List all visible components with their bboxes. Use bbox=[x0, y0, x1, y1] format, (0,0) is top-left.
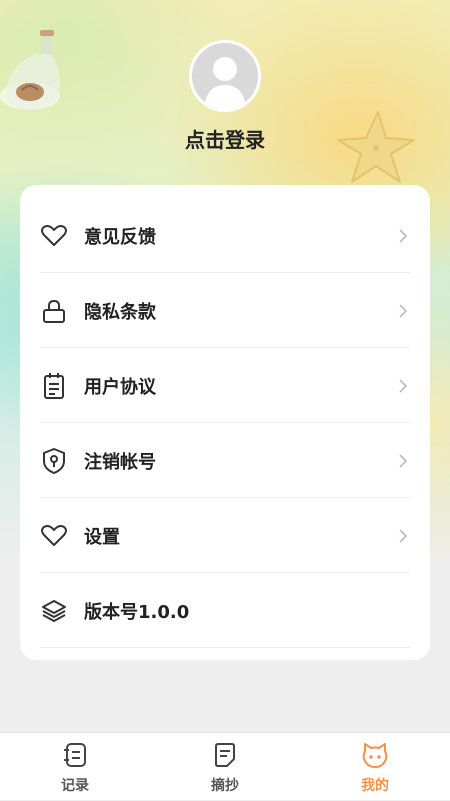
heart-icon bbox=[40, 222, 68, 250]
document-icon bbox=[40, 372, 68, 400]
menu-item-version: 版本号1.0.0 bbox=[40, 574, 410, 648]
cat-face-icon bbox=[362, 743, 388, 768]
lock-icon bbox=[40, 297, 68, 325]
notebook-icon bbox=[64, 743, 86, 767]
menu-item-delete-account[interactable]: 注销帐号 bbox=[40, 424, 410, 498]
message-bottle-illustration bbox=[0, 30, 60, 110]
tab-mine[interactable]: 我的 bbox=[300, 733, 450, 801]
tab-label: 摘抄 bbox=[211, 778, 239, 794]
menu-item-feedback[interactable]: 意见反馈 bbox=[40, 199, 410, 273]
note-icon bbox=[215, 743, 235, 767]
settings-menu-card: 意见反馈 隐私条款 用户协议 注销帐号 设置 版本号1.0.0 bbox=[20, 185, 430, 660]
login-prompt[interactable]: 点击登录 bbox=[0, 124, 450, 153]
menu-item-label: 隐私条款 bbox=[84, 301, 156, 323]
tab-label: 记录 bbox=[61, 778, 89, 794]
chevron-right-icon bbox=[399, 228, 408, 243]
chevron-right-icon bbox=[399, 453, 408, 468]
tab-records[interactable]: 记录 bbox=[0, 733, 150, 801]
tab-excerpts[interactable]: 摘抄 bbox=[150, 733, 300, 801]
shield-icon bbox=[40, 447, 68, 475]
menu-item-label: 注销帐号 bbox=[84, 451, 156, 473]
chevron-right-icon bbox=[399, 378, 408, 393]
version-label: 版本号1.0.0 bbox=[84, 601, 190, 623]
menu-item-user-agreement[interactable]: 用户协议 bbox=[40, 349, 410, 423]
chevron-right-icon bbox=[399, 303, 408, 318]
avatar[interactable] bbox=[189, 40, 261, 112]
layers-icon bbox=[40, 597, 68, 625]
avatar-placeholder-icon bbox=[204, 57, 246, 109]
bottom-tab-bar: 记录 摘抄 我的 bbox=[0, 732, 450, 800]
menu-item-privacy[interactable]: 隐私条款 bbox=[40, 274, 410, 348]
menu-item-label: 设置 bbox=[84, 526, 120, 548]
tab-label: 我的 bbox=[361, 778, 389, 794]
menu-item-settings[interactable]: 设置 bbox=[40, 499, 410, 573]
menu-item-label: 意见反馈 bbox=[84, 226, 156, 248]
chevron-right-icon bbox=[399, 528, 408, 543]
menu-item-label: 用户协议 bbox=[84, 376, 156, 398]
heart-icon bbox=[40, 522, 68, 550]
